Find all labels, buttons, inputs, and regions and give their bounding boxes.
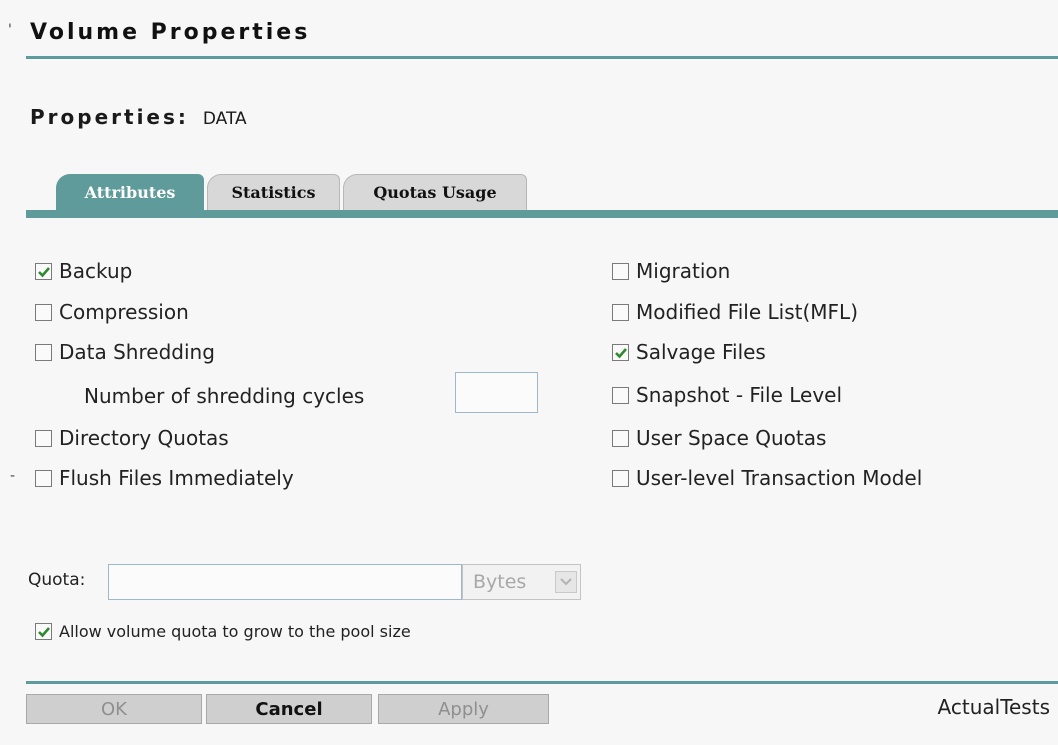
margin-mark: - [10, 468, 16, 484]
checkbox-box[interactable] [612, 429, 629, 447]
tab-attributes[interactable]: Attributes [56, 174, 204, 210]
checkbox-box[interactable] [35, 262, 52, 280]
backup-checkbox[interactable]: Backup [35, 259, 132, 283]
margin-mark: ' [8, 22, 12, 38]
user-space-quotas-checkbox[interactable]: User Space Quotas [612, 426, 826, 450]
quota-unit-select[interactable]: Bytes [462, 564, 581, 600]
user-space-quotas-label: User Space Quotas [636, 426, 827, 450]
quota-label: Quota: [28, 570, 86, 590]
checkbox-box[interactable] [35, 469, 52, 487]
flush-files-label: Flush Files Immediately [59, 466, 294, 490]
quota-unit-value: Bytes [473, 571, 527, 593]
user-level-transaction-model-checkbox[interactable]: User-level Transaction Model [612, 466, 922, 490]
properties-heading-separator: : [177, 105, 189, 129]
title-divider [26, 56, 1058, 59]
snapshot-file-level-label: Snapshot - File Level [636, 383, 843, 407]
checkbox-box[interactable] [612, 343, 629, 361]
cancel-button[interactable]: Cancel [206, 694, 372, 724]
ok-button[interactable]: OK [26, 694, 202, 724]
flush-files-checkbox[interactable]: Flush Files Immediately [35, 466, 294, 490]
checkbox-box[interactable] [35, 429, 52, 447]
tab-quotas-usage[interactable]: Quotas Usage [343, 174, 527, 210]
tab-strip-divider [26, 210, 1058, 218]
checkmark-icon [38, 626, 50, 637]
data-shredding-label: Data Shredding [59, 340, 215, 364]
compression-label: Compression [59, 300, 189, 324]
migration-label: Migration [636, 259, 731, 283]
checkmark-icon [38, 266, 50, 277]
properties-heading: Properties: DATA [30, 105, 247, 129]
data-shredding-checkbox[interactable]: Data Shredding [35, 340, 215, 364]
watermark-text: ActualTests [937, 695, 1050, 719]
directory-quotas-label: Directory Quotas [59, 426, 229, 450]
quota-input[interactable] [108, 564, 462, 600]
directory-quotas-checkbox[interactable]: Directory Quotas [35, 426, 229, 450]
checkbox-box[interactable] [35, 343, 52, 361]
shredding-cycles-label: Number of shredding cycles [84, 384, 365, 408]
footer-divider [26, 681, 1058, 684]
checkbox-box[interactable] [612, 386, 629, 404]
properties-heading-label: Properties [30, 105, 178, 129]
modified-file-list-checkbox[interactable]: Modified File List(MFL) [612, 300, 858, 324]
migration-checkbox[interactable]: Migration [612, 259, 730, 283]
page-title: Volume Properties [30, 20, 311, 45]
checkbox-box[interactable] [612, 303, 629, 321]
allow-quota-grow-checkbox[interactable]: Allow volume quota to grow to the pool s… [35, 619, 411, 643]
checkbox-box[interactable] [612, 469, 629, 487]
tab-statistics[interactable]: Statistics [207, 174, 340, 210]
tab-statistics-label: Statistics [231, 183, 316, 202]
salvage-files-label: Salvage Files [636, 340, 766, 364]
user-level-transaction-model-label: User-level Transaction Model [636, 466, 923, 490]
tab-quotas-usage-label: Quotas Usage [373, 183, 497, 202]
checkbox-box[interactable] [612, 262, 629, 280]
checkbox-box[interactable] [35, 303, 52, 321]
salvage-files-checkbox[interactable]: Salvage Files [612, 340, 766, 364]
allow-quota-grow-label: Allow volume quota to grow to the pool s… [59, 621, 411, 641]
shredding-cycles-input[interactable] [455, 372, 538, 413]
checkmark-icon [615, 347, 627, 358]
apply-button[interactable]: Apply [378, 694, 549, 724]
modified-file-list-label: Modified File List(MFL) [636, 300, 858, 324]
compression-checkbox[interactable]: Compression [35, 300, 189, 324]
snapshot-file-level-checkbox[interactable]: Snapshot - File Level [612, 383, 842, 407]
chevron-down-icon[interactable] [555, 571, 577, 593]
volume-name: DATA [202, 109, 247, 129]
checkbox-box[interactable] [35, 622, 52, 640]
tab-attributes-label: Attributes [84, 182, 176, 202]
backup-label: Backup [59, 259, 133, 283]
